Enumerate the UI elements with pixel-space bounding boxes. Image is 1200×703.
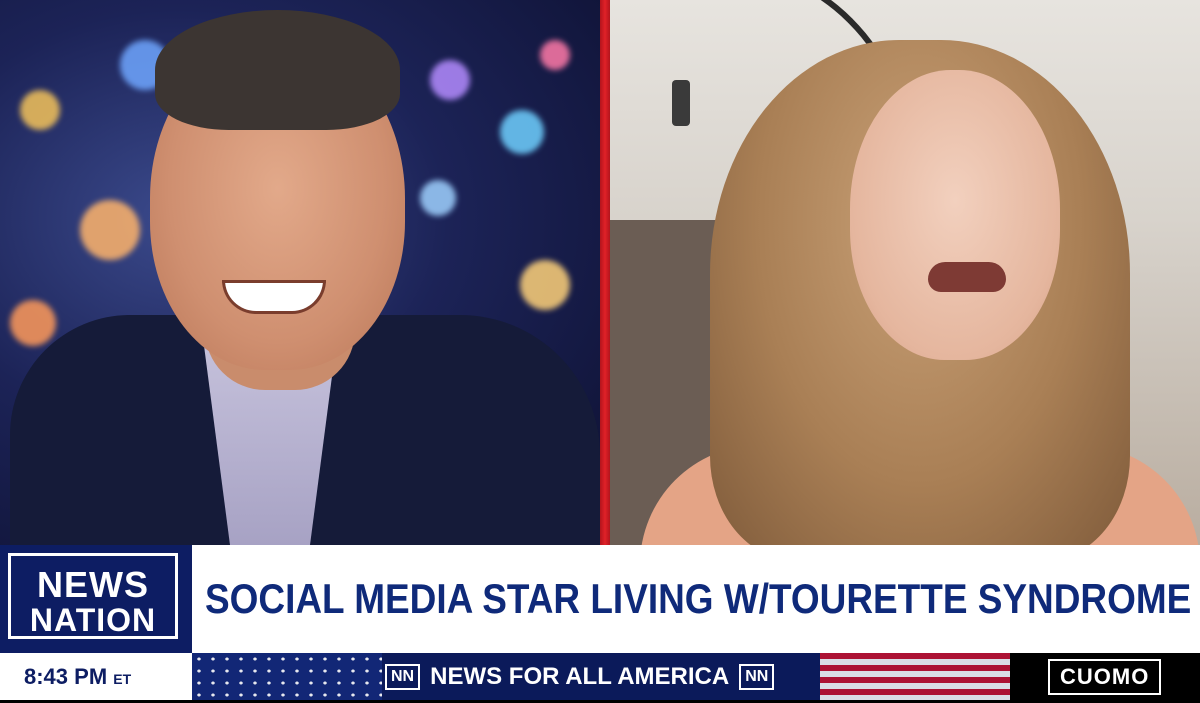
bokeh-light	[10, 300, 56, 346]
show-name-box: CUOMO	[1010, 653, 1200, 700]
bokeh-light	[500, 110, 544, 154]
track-light	[672, 80, 690, 126]
ticker-slogan: NN NEWS FOR ALL AMERICA NN	[385, 653, 775, 700]
slogan-text: NEWS FOR ALL AMERICA	[430, 663, 730, 690]
anchor-hair	[155, 10, 400, 130]
bokeh-light	[430, 60, 470, 100]
clock: 8:43 PM ET	[24, 653, 131, 703]
bokeh-light	[420, 180, 456, 216]
split-screen-divider	[600, 0, 610, 545]
guest-mouth	[928, 262, 1006, 292]
nn-badge-right: NN	[739, 663, 775, 690]
clock-box: 8:43 PM ET	[0, 653, 192, 700]
bokeh-light	[540, 40, 570, 70]
show-name: CUOMO	[1048, 659, 1162, 695]
bokeh-light	[20, 90, 60, 130]
bokeh-light	[520, 260, 570, 310]
chyron-headline: SOCIAL MEDIA STAR LIVING W/TOURETTE SYND…	[205, 575, 1192, 622]
logo-frame: NEWS NATION	[8, 553, 178, 639]
guest-video-feed	[610, 0, 1200, 545]
network-logo: NEWS NATION	[0, 545, 192, 653]
anchor-video-feed	[0, 0, 600, 545]
bokeh-light	[80, 200, 140, 260]
logo-text-nation: NATION	[29, 602, 157, 638]
clock-time: 8:43 PM	[24, 664, 108, 689]
guest-face	[850, 70, 1060, 360]
nn-badge-left: NN	[385, 663, 421, 690]
clock-timezone: ET	[113, 671, 132, 687]
logo-text-news: NEWS	[37, 564, 149, 605]
flag-stars-graphic	[192, 653, 382, 700]
flag-stripes-graphic	[820, 653, 1010, 700]
